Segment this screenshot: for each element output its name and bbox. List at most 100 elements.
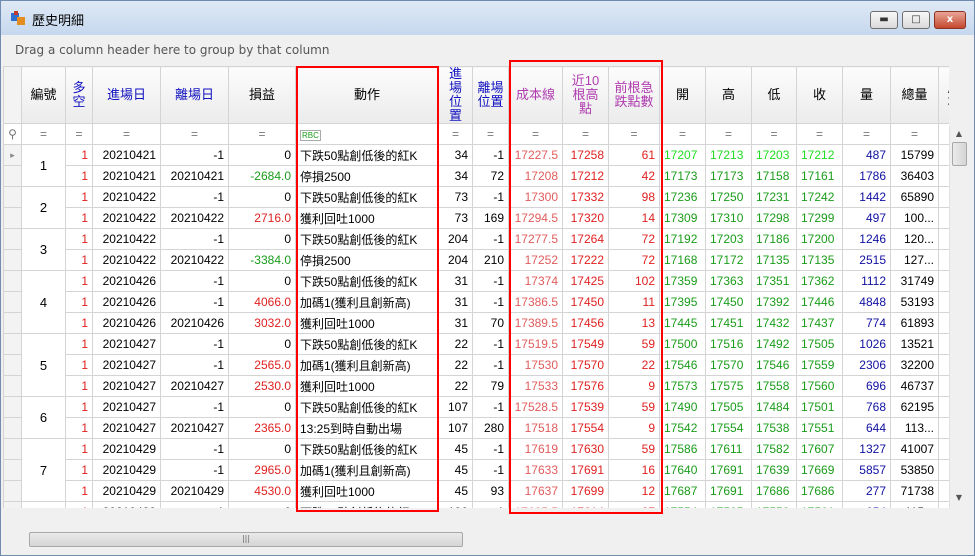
action-cell[interactable]: 下跌50點創低後的紅K xyxy=(295,144,439,166)
filter-cell[interactable]: = xyxy=(228,123,296,145)
group-id-cell[interactable]: 2 xyxy=(21,186,66,229)
exit-cell[interactable]: -1 xyxy=(160,270,229,292)
exit-cell[interactable]: -1 xyxy=(160,228,229,250)
high10-cell[interactable]: 17264 xyxy=(562,228,609,250)
group-by-panel[interactable]: Drag a column header here to group by th… xyxy=(3,36,968,66)
filter-cell[interactable]: = xyxy=(472,123,509,145)
pnl-cell[interactable]: 0 xyxy=(228,501,296,508)
entry-cell[interactable]: 20210427 xyxy=(92,417,161,439)
row-indicator[interactable] xyxy=(3,375,22,397)
dir-cell[interactable]: 1 xyxy=(65,333,93,355)
cost-cell[interactable] xyxy=(938,396,949,418)
c-cell[interactable]: 17607 xyxy=(796,438,843,460)
cost-cell[interactable] xyxy=(938,312,949,334)
entry-cell[interactable]: 20210429 xyxy=(92,501,161,508)
out-cell[interactable]: -1 xyxy=(472,291,509,313)
dir-cell[interactable]: 1 xyxy=(65,354,93,376)
vol-cell[interactable]: 487 xyxy=(842,144,891,166)
cost-cell[interactable] xyxy=(938,144,949,166)
in-cell[interactable]: 34 xyxy=(438,165,473,187)
vol-cell[interactable]: 277 xyxy=(842,480,891,502)
h-cell[interactable]: 17575 xyxy=(705,375,752,397)
filter-cell[interactable]: = xyxy=(705,123,752,145)
table-row[interactable]: 1 20210429 20210429 4530.0 獲利回吐1000 45 93 17637… xyxy=(3,480,949,502)
filter-cell[interactable]: = xyxy=(890,123,939,145)
tv-cell[interactable]: 32200 xyxy=(890,354,939,376)
entry-cell[interactable]: 20210421 xyxy=(92,165,161,187)
l-cell[interactable]: 17351 xyxy=(751,270,797,292)
h-cell[interactable]: 17691 xyxy=(705,480,752,502)
cost-cell[interactable]: 17637 xyxy=(508,480,563,502)
high10-cell[interactable]: 17630 xyxy=(562,438,609,460)
high10-cell[interactable]: 17332 xyxy=(562,186,609,208)
action-cell[interactable]: 下跌50點創低後的紅K xyxy=(295,396,439,418)
column-header[interactable]: 低 xyxy=(751,66,797,124)
high10-cell[interactable]: 17212 xyxy=(562,165,609,187)
exit-cell[interactable]: 20210426 xyxy=(160,312,229,334)
row-indicator[interactable] xyxy=(3,312,22,334)
vol-cell[interactable]: 1786 xyxy=(842,165,891,187)
out-cell[interactable]: -1 xyxy=(472,354,509,376)
cost-cell[interactable] xyxy=(938,207,949,229)
cost-cell[interactable]: 17208 xyxy=(508,165,563,187)
entry-cell[interactable]: 20210421 xyxy=(92,144,161,166)
table-row[interactable]: 3 1 20210422 -1 0 下跌50點創低後的紅K 204 -1 17277.5 1726… xyxy=(3,228,949,271)
in-cell[interactable]: 204 xyxy=(438,249,473,271)
high10-cell[interactable]: 17554 xyxy=(562,417,609,439)
filter-cell[interactable]: = xyxy=(608,123,660,145)
high10-cell[interactable]: 17549 xyxy=(562,333,609,355)
column-header[interactable]: 總量 xyxy=(890,66,939,124)
o-cell[interactable]: 17207 xyxy=(659,144,706,166)
l-cell[interactable]: 17392 xyxy=(751,291,797,313)
cost-cell[interactable] xyxy=(938,333,949,355)
pnl-cell[interactable]: -3384.0 xyxy=(228,249,296,271)
cost-cell[interactable] xyxy=(938,270,949,292)
l-cell[interactable]: 17546 xyxy=(751,354,797,376)
vertical-scrollbar[interactable]: ▲ ▼ xyxy=(949,126,968,508)
in-cell[interactable]: 31 xyxy=(438,312,473,334)
group-id-cell[interactable]: 1 xyxy=(21,144,66,187)
h-cell[interactable]: 17250 xyxy=(705,186,752,208)
exit-cell[interactable]: -1 xyxy=(160,333,229,355)
in-cell[interactable]: 45 xyxy=(438,438,473,460)
dir-cell[interactable]: 1 xyxy=(65,207,93,229)
column-header[interactable]: 前根急跌點數 xyxy=(608,66,660,124)
cost-cell[interactable] xyxy=(938,438,949,460)
vol-cell[interactable]: 1442 xyxy=(842,186,891,208)
row-indicator[interactable] xyxy=(3,459,22,481)
action-cell[interactable]: 下跌50點創低後的紅K xyxy=(295,228,439,250)
pnl-cell[interactable]: 0 xyxy=(228,144,296,166)
filter-cell[interactable]: = xyxy=(438,123,473,145)
cost-cell[interactable]: 17277.5 xyxy=(508,228,563,250)
tv-cell[interactable]: 65890 xyxy=(890,186,939,208)
c-cell[interactable]: 17200 xyxy=(796,228,843,250)
high10-cell[interactable]: 17570 xyxy=(562,354,609,376)
entry-cell[interactable]: 20210422 xyxy=(92,207,161,229)
out-cell[interactable]: 79 xyxy=(472,375,509,397)
cost-cell[interactable] xyxy=(938,354,949,376)
out-cell[interactable]: -1 xyxy=(472,459,509,481)
horizontal-scroll-thumb[interactable]: ||| xyxy=(29,532,463,547)
column-header[interactable]: 高 xyxy=(705,66,752,124)
cost-cell[interactable]: 17252 xyxy=(508,249,563,271)
c-cell[interactable]: 17551 xyxy=(796,417,843,439)
o-cell[interactable]: 17236 xyxy=(659,186,706,208)
action-cell[interactable]: 獲利回吐1000 xyxy=(295,312,439,334)
in-cell[interactable]: 107 xyxy=(438,417,473,439)
maximize-button[interactable]: □ xyxy=(902,11,930,29)
action-cell[interactable]: 獲利回吐1000 xyxy=(295,207,439,229)
tv-cell[interactable]: 13521 xyxy=(890,333,939,355)
entry-cell[interactable]: 20210426 xyxy=(92,312,161,334)
c-cell[interactable]: 17242 xyxy=(796,186,843,208)
cost-cell[interactable] xyxy=(938,480,949,502)
table-row[interactable]: 6 1 20210427 -1 0 下跌50點創低後的紅K 107 -1 17528.5 1753… xyxy=(3,396,949,439)
column-header[interactable]: 收 xyxy=(796,66,843,124)
vertical-scroll-thumb[interactable] xyxy=(952,142,967,166)
exit-cell[interactable]: 20210429 xyxy=(160,480,229,502)
h-cell[interactable]: 17310 xyxy=(705,207,752,229)
dir-cell[interactable]: 1 xyxy=(65,312,93,334)
l-cell[interactable]: 17203 xyxy=(751,144,797,166)
tv-cell[interactable]: 15799 xyxy=(890,144,939,166)
column-header[interactable]: 離場日 xyxy=(160,66,229,124)
minimize-button[interactable]: ▬ xyxy=(870,11,898,29)
